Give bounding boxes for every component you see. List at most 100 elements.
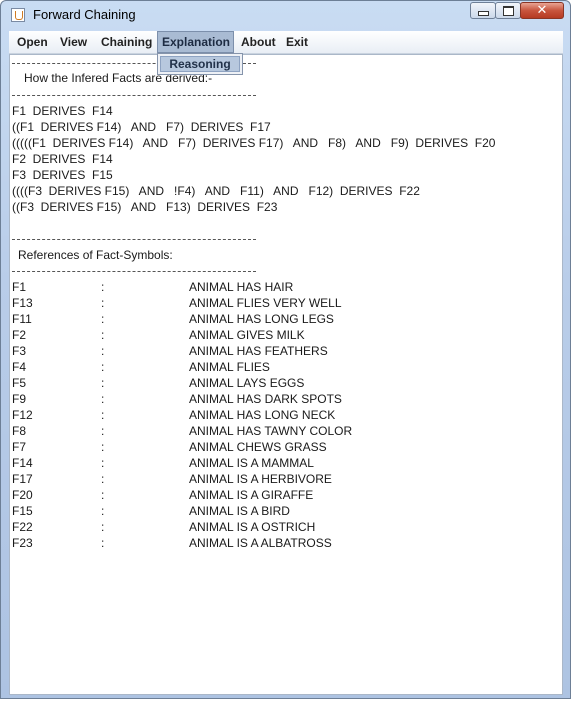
- explanation-text-area[interactable]: How the Infered Facts are derived:- F1 D…: [9, 54, 563, 695]
- separator-line: [12, 271, 256, 272]
- maximize-button[interactable]: [495, 2, 521, 19]
- reference-colon: :: [101, 504, 105, 518]
- reference-row: F20: ANIMAL IS A GIRAFFE: [12, 488, 552, 502]
- minimize-button[interactable]: [470, 2, 496, 19]
- reference-row: F2: ANIMAL GIVES MILK: [12, 328, 552, 342]
- reference-row: F8: ANIMAL HAS TAWNY COLOR: [12, 424, 552, 438]
- reference-symbol: F7: [12, 440, 27, 454]
- reference-colon: :: [101, 328, 105, 342]
- reference-row: F9: ANIMAL HAS DARK SPOTS: [12, 392, 552, 406]
- maximize-icon: [502, 5, 514, 16]
- reference-description: ANIMAL HAS TAWNY COLOR: [189, 424, 353, 438]
- explanation-dropdown-menu: Reasoning: [157, 53, 243, 75]
- reference-symbol: F9: [12, 392, 27, 406]
- reference-row: F22: ANIMAL IS A OSTRICH: [12, 520, 552, 534]
- reference-symbol: F14: [12, 456, 33, 470]
- reference-colon: :: [101, 344, 105, 358]
- reference-colon: :: [101, 408, 105, 422]
- title-bar[interactable]: Forward Chaining ✕: [1, 1, 570, 29]
- reference-row: F15: ANIMAL IS A BIRD: [12, 504, 552, 518]
- reference-colon: :: [101, 488, 105, 502]
- separator-line: [12, 95, 256, 96]
- reference-row: F3: ANIMAL HAS FEATHERS: [12, 344, 552, 358]
- reference-description: ANIMAL HAS LONG NECK: [189, 408, 336, 422]
- reference-colon: :: [101, 536, 105, 550]
- derivation-line: ((F1 DERIVES F14) AND F7) DERIVES F17: [12, 120, 271, 134]
- reference-description: ANIMAL FLIES VERY WELL: [189, 296, 342, 310]
- reference-description: ANIMAL CHEWS GRASS: [189, 440, 327, 454]
- reference-description: ANIMAL IS A ALBATROSS: [189, 536, 332, 550]
- window-title: Forward Chaining: [33, 7, 136, 22]
- reference-description: ANIMAL HAS DARK SPOTS: [189, 392, 342, 406]
- reference-colon: :: [101, 392, 105, 406]
- reference-row: F23: ANIMAL IS A ALBATROSS: [12, 536, 552, 550]
- reference-symbol: F15: [12, 504, 33, 518]
- reference-symbol: F4: [12, 360, 27, 374]
- reference-row: F5: ANIMAL LAYS EGGS: [12, 376, 552, 390]
- reference-row: F14: ANIMAL IS A MAMMAL: [12, 456, 552, 470]
- reference-row: F17: ANIMAL IS A HERBIVORE: [12, 472, 552, 486]
- reference-symbol: F22: [12, 520, 33, 534]
- menu-item-reasoning[interactable]: Reasoning: [160, 56, 240, 72]
- reference-colon: :: [101, 520, 105, 534]
- window-controls: ✕: [470, 2, 564, 20]
- app-window: Forward Chaining ✕ Open View Chaining Ex…: [0, 0, 571, 699]
- reference-row: F11: ANIMAL HAS LONG LEGS: [12, 312, 552, 326]
- reference-row: F7: ANIMAL CHEWS GRASS: [12, 440, 552, 454]
- reference-row: F13: ANIMAL FLIES VERY WELL: [12, 296, 552, 310]
- reference-symbol: F20: [12, 488, 33, 502]
- menu-explanation[interactable]: Explanation: [157, 31, 234, 53]
- reference-symbol: F5: [12, 376, 27, 390]
- reference-colon: :: [101, 440, 105, 454]
- reference-colon: :: [101, 472, 105, 486]
- reference-colon: :: [101, 376, 105, 390]
- derivation-line: ((F3 DERIVES F15) AND F13) DERIVES F23: [12, 200, 278, 214]
- derivation-line: F2 DERIVES F14: [12, 152, 113, 166]
- reference-symbol: F13: [12, 296, 33, 310]
- menu-exit[interactable]: Exit: [282, 31, 312, 53]
- reference-description: ANIMAL IS A OSTRICH: [189, 520, 316, 534]
- reference-symbol: F3: [12, 344, 27, 358]
- reference-symbol: F1: [12, 280, 27, 294]
- reference-row: F1: ANIMAL HAS HAIR: [12, 280, 552, 294]
- reference-description: ANIMAL IS A HERBIVORE: [189, 472, 332, 486]
- reference-colon: :: [101, 424, 105, 438]
- reference-colon: :: [101, 456, 105, 470]
- reference-description: ANIMAL IS A MAMMAL: [189, 456, 314, 470]
- reference-colon: :: [101, 296, 105, 310]
- reference-colon: :: [101, 360, 105, 374]
- reference-description: ANIMAL HAS LONG LEGS: [189, 312, 334, 326]
- reference-symbol: F11: [12, 312, 32, 326]
- reference-symbol: F8: [12, 424, 27, 438]
- reference-symbol: F17: [12, 472, 33, 486]
- menu-about[interactable]: About: [237, 31, 280, 53]
- reference-symbol: F2: [12, 328, 27, 342]
- reference-row: F4: ANIMAL FLIES: [12, 360, 552, 374]
- derivation-line: F3 DERIVES F15: [12, 168, 113, 182]
- close-button[interactable]: ✕: [520, 2, 564, 19]
- reference-row: F12: ANIMAL HAS LONG NECK: [12, 408, 552, 422]
- reference-description: ANIMAL HAS HAIR: [189, 280, 294, 294]
- minimize-icon: [477, 11, 489, 16]
- menu-view[interactable]: View: [56, 31, 91, 53]
- reference-description: ANIMAL GIVES MILK: [189, 328, 305, 342]
- reference-description: ANIMAL IS A GIRAFFE: [189, 488, 314, 502]
- reference-colon: :: [101, 280, 105, 294]
- reference-colon: :: [101, 312, 105, 326]
- derivation-line: (((((F1 DERIVES F14) AND F7) DERIVES F17…: [12, 136, 496, 150]
- reference-symbol: F12: [12, 408, 33, 422]
- menu-bar: Open View Chaining Explanation About Exi…: [9, 31, 563, 54]
- references-header: References of Fact-Symbols:: [18, 248, 173, 262]
- reference-symbol: F23: [12, 536, 33, 550]
- menu-chaining[interactable]: Chaining: [97, 31, 156, 53]
- java-app-icon: [11, 8, 25, 22]
- reference-description: ANIMAL IS A BIRD: [189, 504, 290, 518]
- reference-description: ANIMAL HAS FEATHERS: [189, 344, 328, 358]
- derivation-line: F1 DERIVES F14: [12, 104, 113, 118]
- reference-description: ANIMAL FLIES: [189, 360, 270, 374]
- separator-line: [12, 239, 256, 240]
- close-icon: ✕: [536, 2, 548, 18]
- menu-open[interactable]: Open: [13, 31, 52, 53]
- reference-description: ANIMAL LAYS EGGS: [189, 376, 305, 390]
- derivation-line: ((((F3 DERIVES F15) AND !F4) AND F11) AN…: [12, 184, 420, 198]
